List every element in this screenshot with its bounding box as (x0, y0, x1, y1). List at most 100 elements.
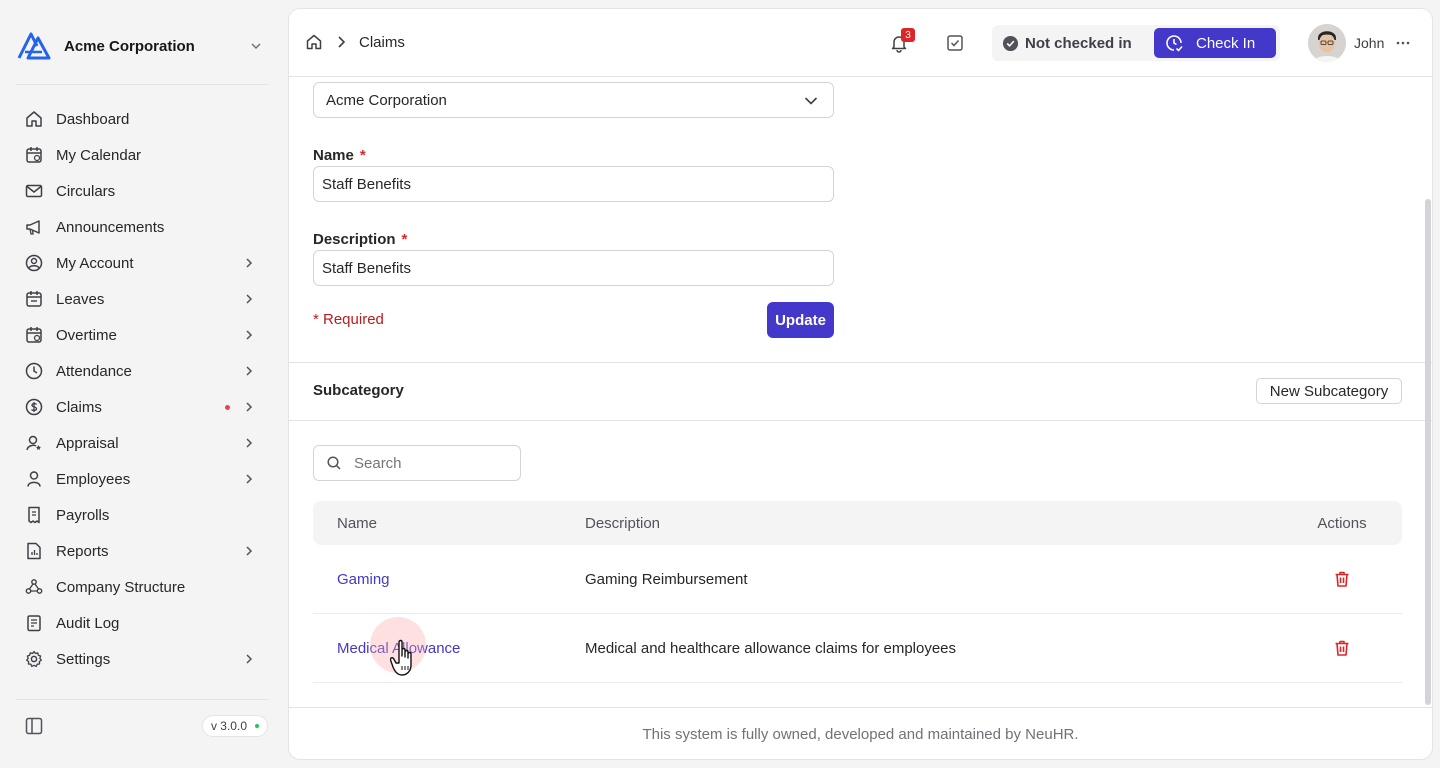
table-row: Gaming Gaming Reimbursement (313, 545, 1402, 614)
sidebar-item-label: Announcements (56, 218, 165, 236)
main-panel: Claims 3 Not checked in Check In John Ac… (288, 8, 1433, 760)
table-row: Medical Allowance Medical and healthcare… (313, 614, 1402, 683)
chevron-right-icon (246, 366, 253, 376)
task-checkbox-icon[interactable] (945, 33, 965, 53)
sidebar-item-label: Employees (56, 470, 131, 488)
description-label: Description * (313, 231, 407, 248)
checkin-status: Not checked in (1002, 35, 1132, 52)
search-box[interactable] (313, 445, 521, 481)
sidebar-item-circulars[interactable]: Circulars (16, 173, 268, 209)
sidebar-item-label: Attendance (56, 362, 132, 380)
name-input[interactable] (313, 166, 834, 202)
sidebar: Acme Corporation Dashboard My Calendar C… (0, 0, 280, 768)
sidebar-item-reports[interactable]: Reports (16, 533, 268, 569)
chevron-right-icon (246, 402, 253, 412)
new-subcategory-button[interactable]: New Subcategory (1256, 378, 1402, 404)
dollar-icon (24, 397, 44, 417)
sidebar-item-label: My Account (56, 254, 134, 272)
sidebar-item-my-account[interactable]: My Account (16, 245, 268, 281)
sidebar-item-label: Payrolls (56, 506, 110, 524)
sidebar-item-label: Dashboard (56, 110, 130, 128)
breadcrumb-current[interactable]: Claims (359, 34, 405, 51)
divider (289, 420, 1432, 421)
divider (16, 84, 268, 85)
divider (289, 362, 1432, 363)
sidebar-item-label: Settings (56, 650, 111, 668)
sidebar-item-label: Claims (56, 398, 102, 416)
trash-icon[interactable] (1332, 638, 1352, 658)
sidebar-item-label: Circulars (56, 182, 116, 200)
check-circle-icon (1002, 35, 1019, 51)
sidebar-item-settings[interactable]: Settings (16, 641, 268, 677)
sidebar-item-my-calendar[interactable]: My Calendar (16, 137, 268, 173)
breadcrumb: Claims (305, 33, 405, 51)
chevron-right-icon (338, 36, 346, 48)
chevron-right-icon (246, 258, 253, 268)
sidebar-item-label: My Calendar (56, 146, 142, 164)
calendar-clock-icon (24, 325, 44, 345)
sidebar-item-announcements[interactable]: Announcements (16, 209, 268, 245)
sidebar-item-audit-log[interactable]: Audit Log (16, 605, 268, 641)
chevron-down-icon (251, 43, 261, 50)
user-star-icon (24, 433, 44, 453)
sidebar-item-payrolls[interactable]: Payrolls (16, 497, 268, 533)
version-label: v 3.0.0 (210, 719, 247, 733)
update-button[interactable]: Update (767, 302, 834, 338)
search-input[interactable] (354, 454, 504, 472)
chevron-right-icon (246, 654, 253, 664)
name-label-text: Name (313, 147, 354, 164)
chevron-right-icon (246, 546, 253, 556)
content: Acme Corporation Name * Description * * Re… (289, 77, 1432, 707)
chevron-right-icon (246, 330, 253, 340)
column-header-description: Description (585, 514, 661, 532)
company-name: Acme Corporation (64, 37, 195, 55)
name-label: Name * (313, 147, 366, 164)
check-in-label: Check In (1196, 34, 1256, 52)
company-select[interactable]: Acme Corporation (313, 82, 834, 118)
subcategory-table: Name Description Actions Gaming Gaming R… (313, 501, 1402, 683)
sidebar-item-dashboard[interactable]: Dashboard (16, 101, 268, 137)
avatar[interactable] (1308, 24, 1346, 62)
divider (16, 699, 268, 700)
sidebar-item-attendance[interactable]: Attendance (16, 353, 268, 389)
clock-icon (24, 361, 44, 381)
chevron-right-icon (246, 438, 253, 448)
clock-check-icon (1166, 35, 1183, 52)
subcategory-name-link[interactable]: Gaming (337, 571, 390, 588)
check-in-button[interactable]: Check In (1154, 28, 1276, 58)
sidebar-item-employees[interactable]: Employees (16, 461, 268, 497)
sidebar-item-appraisal[interactable]: Appraisal (16, 425, 268, 461)
pointer-hand-icon (390, 639, 412, 676)
more-horizontal-icon[interactable] (1394, 34, 1412, 52)
sidebar-item-claims[interactable]: Claims (16, 389, 268, 425)
sidebar-item-label: Reports (56, 542, 109, 560)
subcategory-title: Subcategory (313, 382, 404, 399)
receipt-icon (24, 505, 44, 525)
sidebar-item-overtime[interactable]: Overtime (16, 317, 268, 353)
required-asterisk: * (401, 231, 408, 248)
company-switcher[interactable]: Acme Corporation (16, 28, 268, 64)
sidebar-item-company-structure[interactable]: Company Structure (16, 569, 268, 605)
column-header-name: Name (337, 514, 378, 532)
description-input[interactable] (313, 250, 834, 286)
column-header-actions: Actions (1317, 514, 1367, 532)
gear-icon (24, 649, 44, 669)
sidebar-toggle-icon[interactable] (24, 716, 44, 736)
hand-cursor-icon (370, 617, 430, 681)
checkin-status-label: Not checked in (1025, 34, 1132, 52)
sidebar-item-label: Company Structure (56, 578, 186, 596)
user-menu[interactable]: John (1308, 24, 1412, 62)
home-icon[interactable] (305, 33, 323, 51)
calendar-icon (24, 145, 44, 165)
user-circle-icon (24, 253, 44, 273)
search-icon (327, 456, 341, 470)
chevron-right-icon (246, 474, 253, 484)
sidebar-item-label: Leaves (56, 290, 105, 308)
sidebar-item-leaves[interactable]: Leaves (16, 281, 268, 317)
scrollbar[interactable] (1425, 199, 1431, 705)
network-icon (24, 577, 44, 597)
mail-icon (24, 181, 44, 201)
trash-icon[interactable] (1332, 569, 1352, 589)
notifications-button[interactable]: 3 (889, 28, 915, 53)
sidebar-nav: Dashboard My Calendar Circulars Announce… (16, 101, 268, 677)
